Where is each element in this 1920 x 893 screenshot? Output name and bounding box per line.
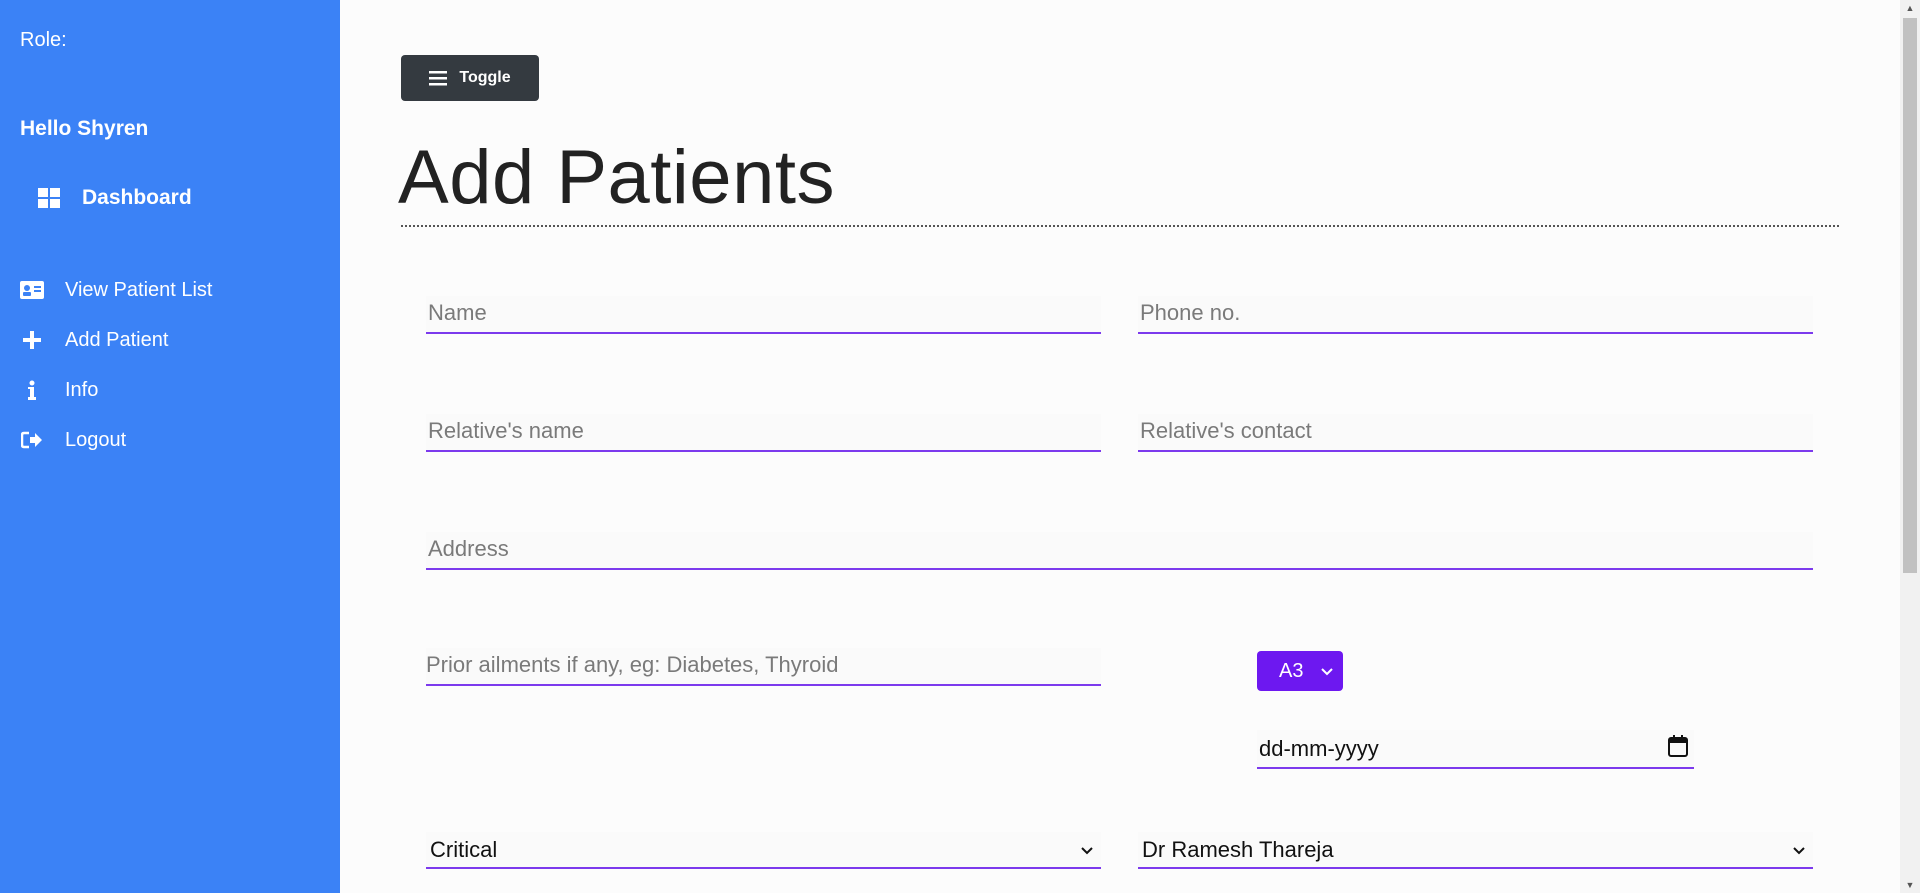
chevron-down-icon	[1081, 842, 1093, 858]
info-icon	[20, 378, 44, 402]
chevron-down-icon	[1793, 842, 1805, 858]
title-divider	[401, 225, 1839, 227]
sidebar-item-logout[interactable]: Logout	[20, 415, 213, 465]
name-input[interactable]: Name	[426, 296, 1101, 334]
name-placeholder: Name	[428, 300, 487, 325]
role-label: Role:	[20, 29, 67, 51]
phone-placeholder: Phone no.	[1140, 300, 1241, 325]
scroll-down-arrow-icon[interactable]: ▼	[1900, 877, 1920, 893]
sidebar-item-dashboard[interactable]: Dashboard	[38, 186, 192, 210]
blood-group-select[interactable]: A3	[1257, 651, 1343, 691]
page-title: Add Patients	[398, 135, 835, 220]
relative-name-input[interactable]: Relative's name	[426, 414, 1101, 452]
scroll-up-arrow-icon[interactable]: ▲	[1900, 0, 1920, 16]
sidebar-item-info[interactable]: Info	[20, 365, 213, 415]
relative-contact-placeholder: Relative's contact	[1140, 418, 1312, 443]
plus-icon	[20, 328, 44, 352]
sidebar-item-add-patient[interactable]: Add Patient	[20, 315, 213, 365]
calendar-icon[interactable]	[1668, 734, 1688, 763]
scroll-thumb[interactable]	[1903, 18, 1917, 573]
hamburger-icon	[429, 70, 448, 86]
ailments-placeholder: Prior ailments if any, eg: Diabetes, Thy…	[426, 652, 839, 677]
sidebar-item-view-patient-list[interactable]: View Patient List	[20, 265, 213, 315]
chevron-down-icon	[1321, 663, 1333, 679]
date-input[interactable]: dd-mm-yyyy	[1257, 730, 1694, 769]
relative-name-placeholder: Relative's name	[428, 418, 584, 443]
vertical-scrollbar[interactable]: ▲ ▼	[1900, 0, 1920, 893]
sidebar-item-label: Logout	[65, 428, 127, 451]
sidebar-item-label: Add Patient	[65, 328, 169, 351]
sidebar-item-label: Info	[65, 378, 99, 401]
condition-value: Critical	[430, 837, 498, 862]
logout-icon	[20, 428, 44, 452]
condition-select[interactable]: Critical	[426, 832, 1101, 869]
toggle-label: Toggle	[459, 69, 511, 86]
sidebar-item-label: Dashboard	[82, 186, 192, 209]
relative-contact-input[interactable]: Relative's contact	[1138, 414, 1813, 452]
sidebar: Role: Hello Shyren Dashboard View Patien…	[0, 0, 340, 893]
toggle-sidebar-button[interactable]: Toggle	[401, 55, 539, 101]
sidebar-item-label: View Patient List	[65, 278, 213, 301]
date-placeholder: dd-mm-yyyy	[1259, 735, 1379, 761]
ailments-input[interactable]: Prior ailments if any, eg: Diabetes, Thy…	[426, 648, 1101, 686]
sidebar-nav: View Patient List Add Patient Info Logou…	[20, 265, 213, 465]
id-card-icon	[20, 278, 44, 302]
doctor-select[interactable]: Dr Ramesh Thareja	[1138, 832, 1813, 869]
dashboard-grid-icon	[38, 188, 60, 208]
phone-input[interactable]: Phone no.	[1138, 296, 1813, 334]
blood-group-value: A3	[1279, 659, 1304, 682]
greeting: Hello Shyren	[20, 117, 149, 140]
address-input[interactable]: Address	[426, 532, 1813, 570]
doctor-value: Dr Ramesh Thareja	[1142, 837, 1334, 862]
address-placeholder: Address	[428, 536, 509, 561]
